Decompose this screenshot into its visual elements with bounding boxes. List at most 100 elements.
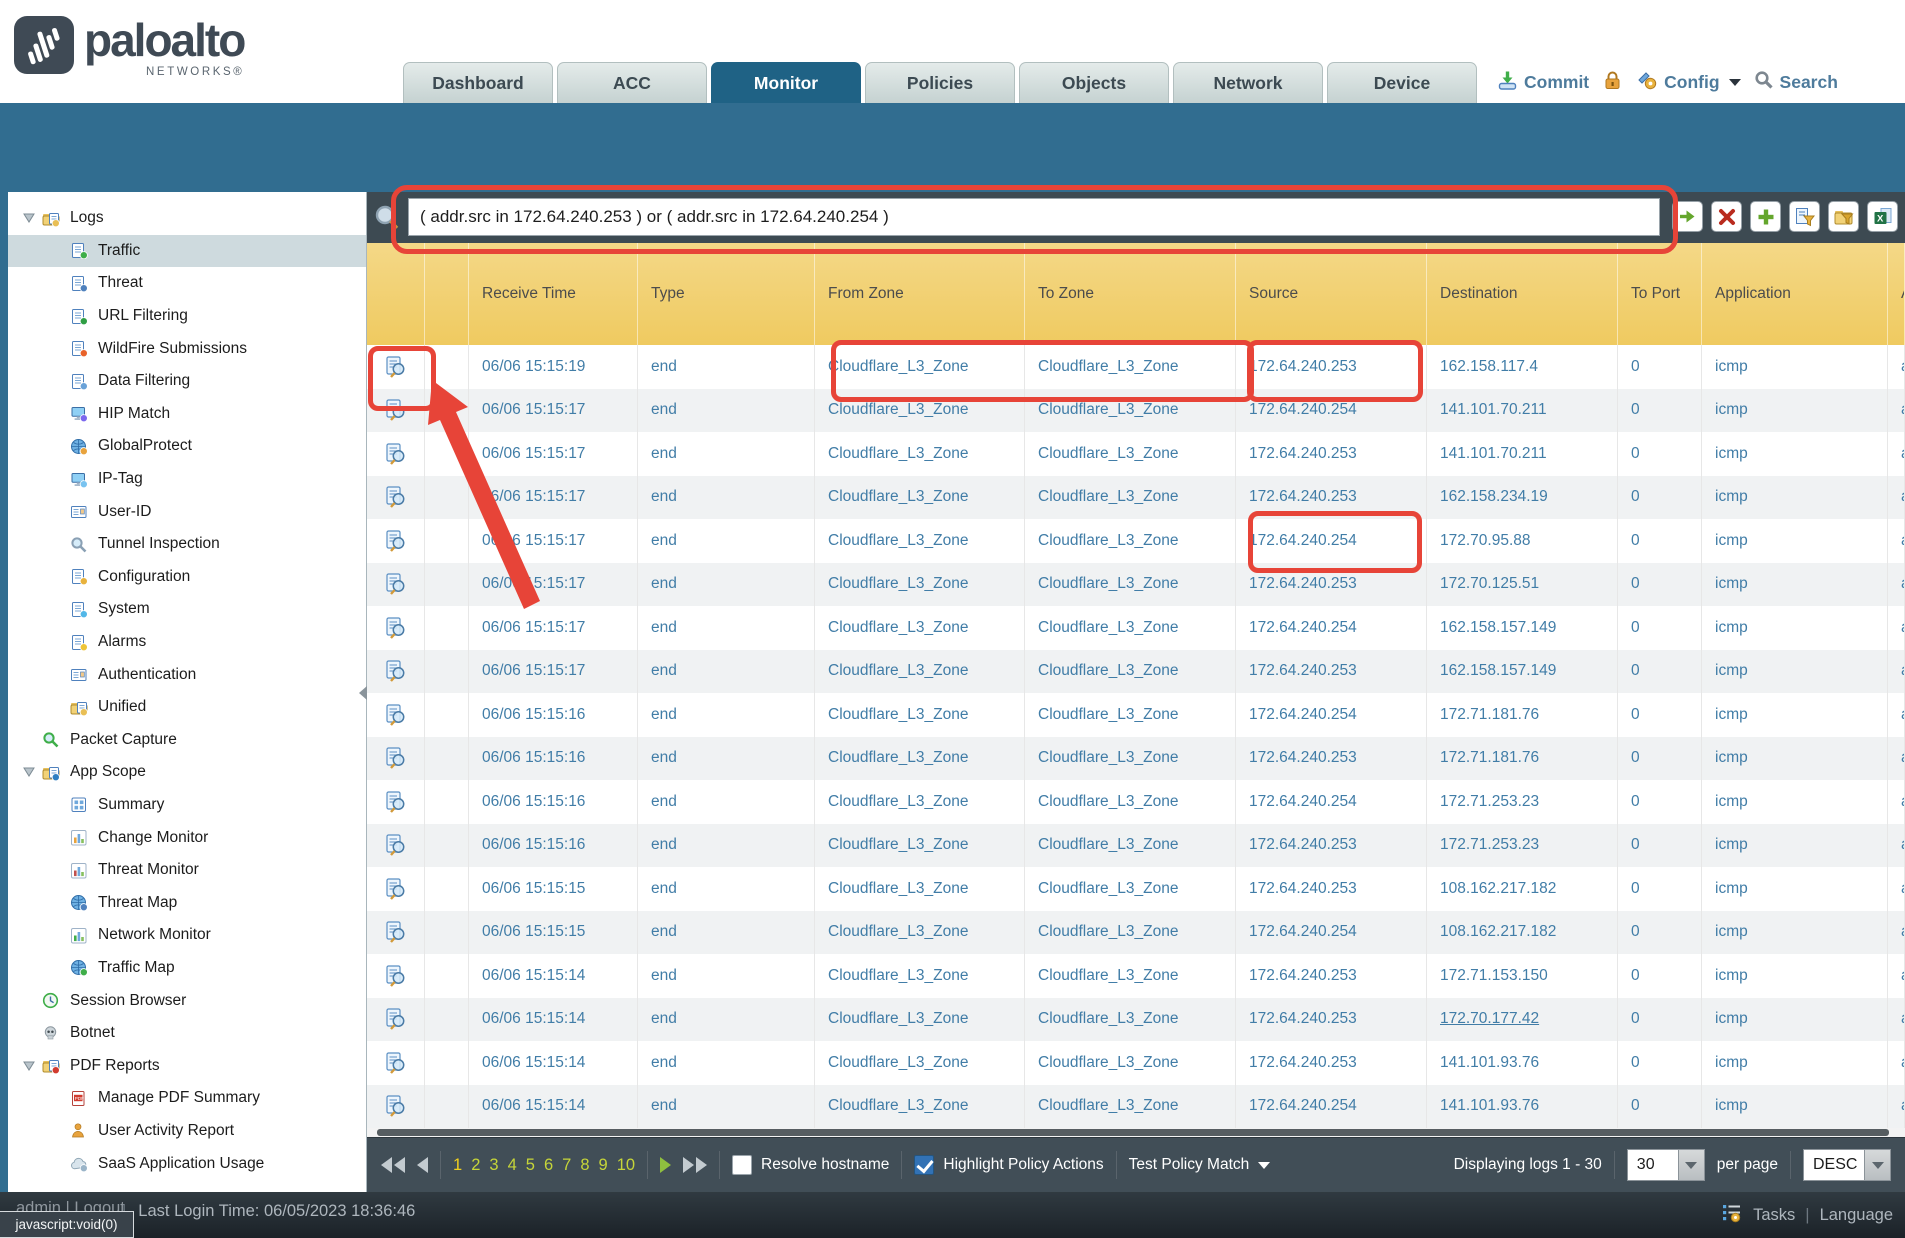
commit-button[interactable]: Commit [1497,70,1589,96]
test-policy-match-button[interactable]: Test Policy Match [1129,1156,1271,1174]
expander-icon[interactable] [16,213,42,223]
sidebar-item-packet-capture[interactable]: Packet Capture [8,724,366,757]
horizontal-scrollbar-thumb[interactable] [377,1129,1889,1136]
log-detail-icon[interactable] [367,389,425,433]
column-header-to_port[interactable]: To Port [1618,243,1702,345]
load-filter-button[interactable] [1828,201,1859,232]
log-detail-icon[interactable] [367,1041,425,1085]
sidebar-item-manage-pdf-summary[interactable]: PDFManage PDF Summary [8,1082,366,1115]
page-number-2[interactable]: 2 [471,1156,480,1175]
last-page-button[interactable] [683,1157,707,1173]
lock-icon[interactable] [1602,70,1623,96]
add-filter-button[interactable] [1750,201,1781,232]
config-menu-button[interactable]: Config [1636,69,1740,96]
language-button[interactable]: Language [1820,1206,1893,1225]
sidebar-item-tunnel-inspection[interactable]: Tunnel Inspection [8,528,366,561]
sidebar-item-network-monitor[interactable]: Network Monitor [8,919,366,952]
sidebar-item-user-activity-report[interactable]: User Activity Report [8,1115,366,1148]
sidebar-item-change-monitor[interactable]: Change Monitor [8,821,366,854]
column-header-source[interactable]: Source [1236,243,1427,345]
log-detail-icon[interactable] [367,954,425,998]
log-detail-icon[interactable] [367,998,425,1042]
resolve-hostname-checkbox[interactable] [732,1155,752,1175]
destination-cell[interactable]: 172.70.177.42 [1427,998,1618,1042]
sidebar-item-traffic-map[interactable]: Traffic Map [8,952,366,985]
first-page-button[interactable] [381,1157,405,1173]
filter-builder-button[interactable] [1789,201,1820,232]
highlight-policy-actions-checkbox[interactable] [914,1155,934,1175]
log-detail-icon[interactable] [367,606,425,650]
column-header-time[interactable]: Receive Time [469,243,638,345]
tab-network[interactable]: Network [1173,62,1323,103]
sidebar-item-ip-tag[interactable]: IP-Tag [8,463,366,496]
horizontal-scrollbar[interactable] [367,1128,1905,1137]
column-header-destination[interactable]: Destination [1427,243,1618,345]
tab-device[interactable]: Device [1327,62,1477,103]
page-number-9[interactable]: 9 [599,1156,608,1175]
column-header-action[interactable]: Action [1888,243,1905,345]
sidebar-item-wildfire-submissions[interactable]: WildFire Submissions [8,332,366,365]
tab-dashboard[interactable]: Dashboard [403,62,553,103]
export-to-csv-button[interactable]: X [1867,201,1898,232]
page-number-6[interactable]: 6 [544,1156,553,1175]
sidebar-item-app-scope[interactable]: App Scope [8,756,366,789]
sidebar-item-summary[interactable]: Summary [8,789,366,822]
log-detail-icon[interactable] [367,345,425,389]
column-header-type[interactable]: Type [638,243,815,345]
tab-monitor[interactable]: Monitor [711,62,861,103]
page-number-1[interactable]: 1 [453,1156,462,1175]
search-button[interactable]: Search [1754,70,1838,95]
log-detail-icon[interactable] [367,1085,425,1129]
page-number-7[interactable]: 7 [562,1156,571,1175]
sidebar-item-traffic[interactable]: Traffic [8,235,366,268]
sidebar-item-authentication[interactable]: Authentication [8,658,366,691]
expander-icon[interactable] [16,1061,42,1071]
sidebar-item-data-filtering[interactable]: Data Filtering [8,365,366,398]
tab-policies[interactable]: Policies [865,62,1015,103]
sidebar-item-url-filtering[interactable]: URL Filtering [8,300,366,333]
tab-acc[interactable]: ACC [557,62,707,103]
log-detail-icon[interactable] [367,476,425,520]
log-detail-icon[interactable] [367,911,425,955]
log-detail-icon[interactable] [367,563,425,607]
column-header-to_zone[interactable]: To Zone [1025,243,1236,345]
sidebar-item-unified[interactable]: Unified [8,691,366,724]
sidebar-item-session-browser[interactable]: Session Browser [8,984,366,1017]
apply-filter-button[interactable] [1672,201,1703,232]
log-detail-icon[interactable] [367,780,425,824]
page-number-5[interactable]: 5 [526,1156,535,1175]
sidebar-item-saas-application-usage[interactable]: SaaS Application Usage [8,1147,366,1180]
log-detail-icon[interactable] [367,867,425,911]
sidebar-item-threat[interactable]: Threat [8,267,366,300]
tasks-button[interactable]: Tasks [1753,1206,1795,1225]
sidebar-item-hip-match[interactable]: HIP Match [8,398,366,431]
expander-icon[interactable] [16,767,42,777]
per-page-dropdown-arrow[interactable] [1679,1149,1705,1181]
page-number-3[interactable]: 3 [489,1156,498,1175]
sidebar-item-system[interactable]: System [8,593,366,626]
column-header-from_zone[interactable]: From Zone [815,243,1025,345]
filter-query-input[interactable] [408,198,1660,236]
page-number-4[interactable]: 4 [508,1156,517,1175]
log-detail-icon[interactable] [367,693,425,737]
sidebar-item-threat-monitor[interactable]: Threat Monitor [8,854,366,887]
sidebar-item-logs[interactable]: Logs [8,202,366,235]
sidebar-item-threat-map[interactable]: Threat Map [8,886,366,919]
sidebar-item-pdf-reports[interactable]: PDF Reports [8,1049,366,1082]
clear-filter-button[interactable] [1711,201,1742,232]
tab-objects[interactable]: Objects [1019,62,1169,103]
sidebar-item-user-id[interactable]: User-ID [8,495,366,528]
sort-order-select[interactable]: DESC [1803,1149,1891,1181]
previous-page-button[interactable] [417,1157,428,1173]
log-detail-icon[interactable] [367,824,425,868]
sidebar-item-botnet[interactable]: Botnet [8,1017,366,1050]
sidebar-item-alarms[interactable]: Alarms [8,626,366,659]
log-detail-icon[interactable] [367,519,425,563]
sidebar-collapse-handle[interactable] [359,686,367,700]
sidebar-item-configuration[interactable]: Configuration [8,561,366,594]
sidebar-item-globalprotect[interactable]: GlobalProtect [8,430,366,463]
log-detail-icon[interactable] [367,650,425,694]
page-number-10[interactable]: 10 [617,1156,635,1175]
sort-order-dropdown-arrow[interactable] [1865,1149,1891,1181]
column-header-application[interactable]: Application [1702,243,1888,345]
